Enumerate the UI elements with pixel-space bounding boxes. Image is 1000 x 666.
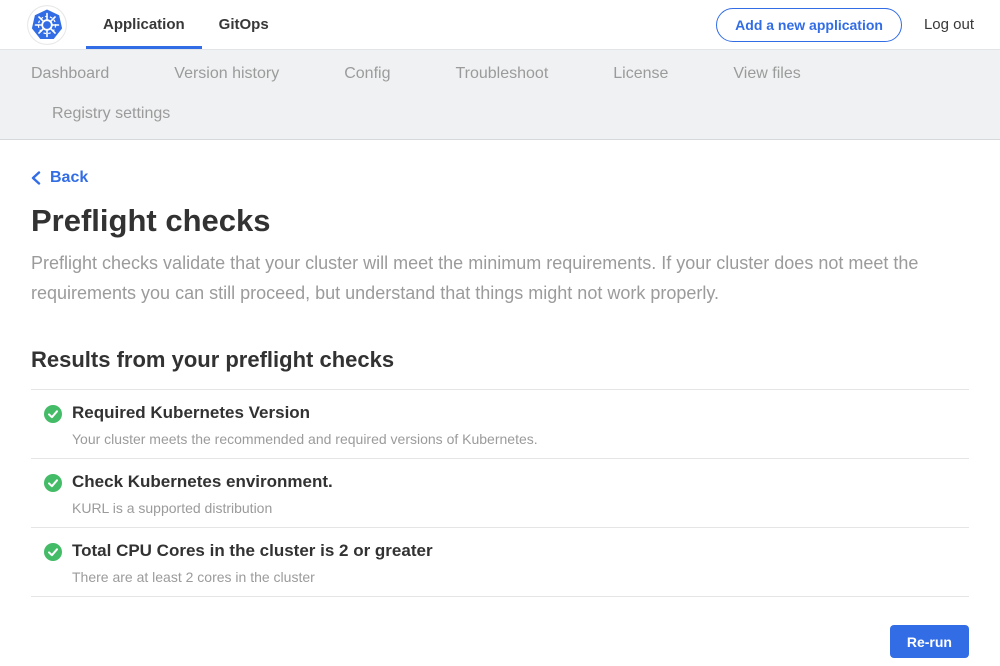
subnav-item-license[interactable]: License (613, 64, 668, 84)
preflight-check-row: Total CPU Cores in the cluster is 2 or g… (31, 528, 969, 597)
check-message: KURL is a supported distribution (72, 500, 333, 516)
preflight-check-row: Check Kubernetes environment. KURL is a … (31, 459, 969, 528)
main-content: Back Preflight checks Preflight checks v… (0, 140, 1000, 658)
results-heading: Results from your preflight checks (31, 347, 969, 373)
page-title: Preflight checks (31, 203, 969, 239)
chevron-left-icon (31, 171, 41, 185)
back-label: Back (50, 169, 88, 187)
subnav-item-config[interactable]: Config (344, 64, 390, 84)
back-link[interactable]: Back (31, 169, 88, 187)
app-logo[interactable] (27, 0, 67, 49)
top-navbar: Application GitOps Add a new application… (0, 0, 1000, 50)
tab-application[interactable]: Application (86, 0, 202, 49)
tab-gitops[interactable]: GitOps (202, 0, 286, 49)
check-circle-icon (44, 543, 62, 561)
kubernetes-logo (27, 5, 67, 45)
preflight-check-row: Required Kubernetes Version Your cluster… (31, 390, 969, 459)
check-text: Required Kubernetes Version Your cluster… (72, 403, 538, 447)
app-subnav: Dashboard Version history Config Trouble… (0, 50, 1000, 140)
check-title: Total CPU Cores in the cluster is 2 or g… (72, 541, 433, 561)
topnav-right: Add a new application Log out (716, 0, 1000, 49)
rerun-button[interactable]: Re-run (890, 625, 969, 658)
page-description: Preflight checks validate that your clus… (31, 248, 969, 308)
check-circle-icon (44, 405, 62, 423)
subnav-item-registry-settings[interactable]: Registry settings (52, 104, 170, 124)
check-message: Your cluster meets the recommended and r… (72, 431, 538, 447)
logout-link[interactable]: Log out (924, 16, 974, 33)
subnav-item-troubleshoot[interactable]: Troubleshoot (455, 64, 548, 84)
check-text: Check Kubernetes environment. KURL is a … (72, 472, 333, 516)
tab-application-label: Application (103, 16, 185, 33)
topnav-tabs: Application GitOps (86, 0, 286, 49)
check-text: Total CPU Cores in the cluster is 2 or g… (72, 541, 433, 585)
check-circle-icon (44, 474, 62, 492)
preflight-results-list: Required Kubernetes Version Your cluster… (31, 389, 969, 597)
add-new-application-button[interactable]: Add a new application (716, 8, 902, 42)
subnav-item-version-history[interactable]: Version history (174, 64, 279, 84)
check-title: Check Kubernetes environment. (72, 472, 333, 492)
footer-actions: Re-run (31, 625, 969, 658)
check-title: Required Kubernetes Version (72, 403, 538, 423)
check-message: There are at least 2 cores in the cluste… (72, 569, 433, 585)
subnav-item-view-files[interactable]: View files (733, 64, 800, 84)
tab-gitops-label: GitOps (219, 16, 269, 33)
subnav-item-dashboard[interactable]: Dashboard (31, 64, 109, 84)
